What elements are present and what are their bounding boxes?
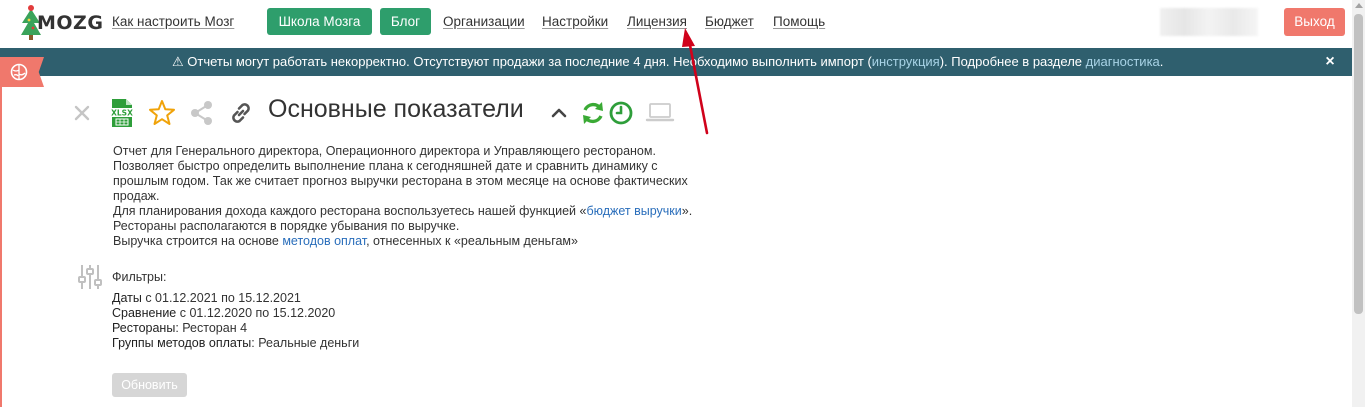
nav-budget[interactable]: Бюджет <box>705 14 754 29</box>
nav-organizations[interactable]: Организации <box>443 14 525 29</box>
filter-label: Группы методов оплаты <box>112 336 252 350</box>
filters-title: Фильтры: <box>112 270 167 284</box>
alert-text-middle: ). Подробнее в разделе <box>939 54 1086 69</box>
how-to-setup-link[interactable]: Как настроить Мозг <box>112 14 234 29</box>
description-line: Позволяет быстро определить выполнение п… <box>113 159 658 173</box>
filter-value: : Ресторан 4 <box>175 321 248 335</box>
top-navbar: MOZG Как настроить Мозг Школа Мозга Блог… <box>0 0 1352 46</box>
alert-close-icon[interactable]: × <box>1320 48 1340 76</box>
filter-value: с 01.12.2020 по 15.12.2020 <box>176 306 336 320</box>
filter-label: Сравнение <box>112 306 177 320</box>
instruction-link[interactable]: инструкция <box>872 54 940 69</box>
link-icon[interactable] <box>227 99 255 127</box>
alert-bar: ⚠ Отчеты могут работать некорректно. Отс… <box>0 48 1352 76</box>
filter-label: Даты <box>112 291 142 305</box>
left-accent-rule <box>0 87 2 407</box>
logo-text: MOZG <box>37 12 104 34</box>
logout-button[interactable]: Выход <box>1284 8 1345 36</box>
nav-license[interactable]: Лицензия <box>627 14 687 29</box>
blog-button[interactable]: Блог <box>380 8 431 35</box>
description-text: Выручка строится на основе <box>113 234 283 248</box>
filter-value: с 01.12.2021 по 15.12.2021 <box>141 291 301 305</box>
report-description: Отчет для Генерального директора, Операц… <box>113 144 733 249</box>
star-favorite-icon[interactable] <box>148 99 176 127</box>
laptop-icon[interactable] <box>645 101 675 125</box>
description-line: продаж. <box>113 189 160 203</box>
alert-message: ⚠ Отчеты могут работать некорректно. Отс… <box>172 48 1163 76</box>
description-line: Выручка строится на основе методов оплат… <box>113 234 733 249</box>
description-line: Для планирования дохода каждого ресторан… <box>113 204 733 219</box>
school-button[interactable]: Школа Мозга <box>267 8 372 35</box>
nav-help[interactable]: Помощь <box>773 14 825 29</box>
scroll-up-arrow-icon[interactable] <box>1355 3 1363 8</box>
share-icon[interactable] <box>188 99 216 127</box>
filter-comparison: Сравнение с 01.12.2020 по 15.12.2020 <box>112 306 335 320</box>
clock-schedule-icon[interactable] <box>608 100 634 126</box>
chevron-up-icon[interactable] <box>550 105 568 119</box>
refresh-button[interactable]: Обновить <box>112 373 187 397</box>
warning-icon: ⚠ <box>172 54 184 69</box>
description-line: прошлым годом. Так же считает прогноз вы… <box>113 174 688 188</box>
brain-icon <box>10 63 28 81</box>
sync-icon[interactable] <box>580 100 606 126</box>
xlsx-export-icon[interactable]: XLSX <box>108 98 136 128</box>
alert-text-after: . <box>1159 54 1164 69</box>
filter-value: : Реальные деньги <box>251 336 360 350</box>
filter-payment-groups: Группы методов оплаты: Реальные деньги <box>112 336 359 350</box>
nav-settings[interactable]: Настройки <box>542 14 608 29</box>
filters-sliders-icon[interactable] <box>76 263 104 291</box>
description-text: Для планирования дохода каждого ресторан… <box>113 204 587 218</box>
close-icon[interactable] <box>73 104 91 122</box>
diagnostics-link[interactable]: диагностика <box>1086 54 1160 69</box>
alert-text-before: Отчеты могут работать некорректно. Отсут… <box>187 54 872 69</box>
revenue-budget-link[interactable]: бюджет выручки <box>586 204 681 218</box>
payment-methods-link[interactable]: методов оплат <box>282 234 366 248</box>
report-title: Основные показатели <box>268 95 524 123</box>
description-text: ». <box>681 204 693 218</box>
user-name-blurred <box>1160 8 1258 36</box>
scroll-thumb[interactable] <box>1354 14 1363 314</box>
description-text: , отнесенных к «реальным деньгам» <box>366 234 578 248</box>
mozg-logo[interactable]: MOZG <box>20 3 103 43</box>
xlsx-label: XLSX <box>111 109 133 118</box>
filter-label: Рестораны <box>112 321 176 335</box>
side-panel-tab[interactable] <box>0 57 44 87</box>
page-scrollbar[interactable] <box>1352 0 1365 407</box>
filter-dates: Даты с 01.12.2021 по 15.12.2021 <box>112 291 301 305</box>
description-line: Отчет для Генерального директора, Операц… <box>113 144 656 158</box>
filter-restaurants: Рестораны: Ресторан 4 <box>112 321 247 335</box>
description-line: Рестораны располагаются в порядке убыван… <box>113 219 460 233</box>
